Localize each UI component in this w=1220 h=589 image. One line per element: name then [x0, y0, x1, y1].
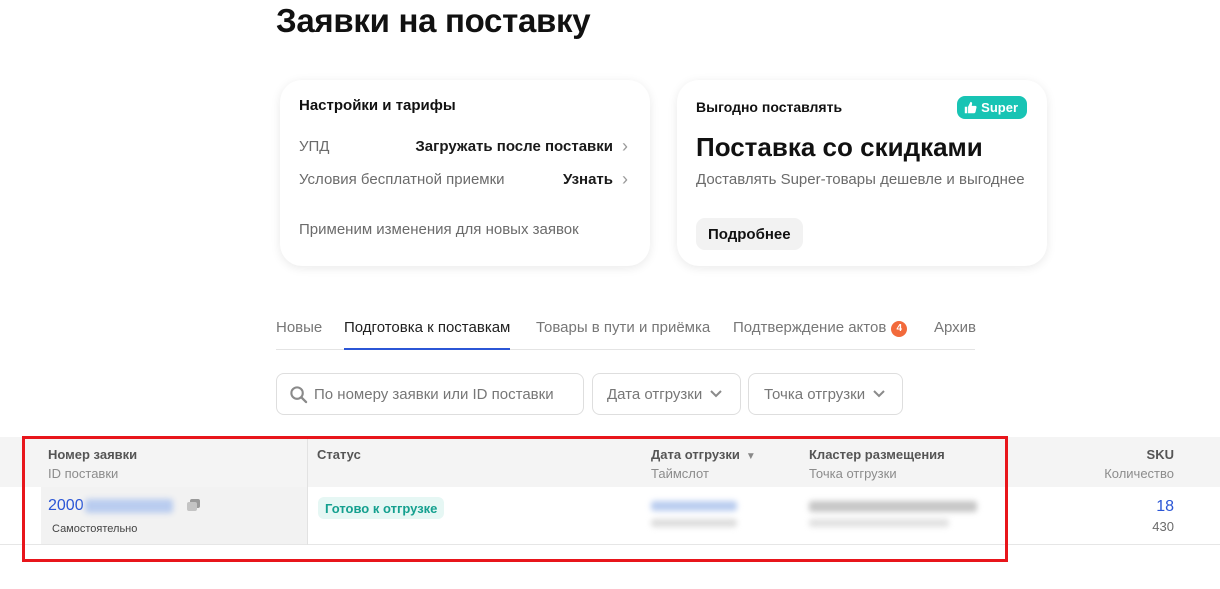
upd-setting-link[interactable]: Загружать после поставки › — [415, 137, 628, 155]
table-row[interactable]: 2000 Самостоятельно Готово к отгрузке 18… — [0, 487, 1220, 545]
order-number[interactable]: 2000 — [48, 497, 84, 514]
page-title: Заявки на поставку — [276, 2, 591, 39]
column-shipment-date[interactable]: Дата отгрузки ▼ — [651, 447, 756, 462]
search-field[interactable] — [276, 373, 584, 415]
settings-card-title: Настройки и тарифы — [299, 97, 456, 114]
free-acceptance-value[interactable]: Узнать — [563, 171, 613, 188]
promo-subtitle: Выгодно поставлять — [696, 99, 843, 115]
shipment-date-filter[interactable]: Дата отгрузки — [592, 373, 741, 415]
column-shipment-date-label: Дата отгрузки — [651, 447, 740, 462]
redacted-shipment-date — [651, 501, 737, 511]
copy-icon[interactable] — [186, 499, 202, 513]
more-details-button[interactable]: Подробнее — [696, 218, 803, 250]
super-badge-label: Super — [981, 100, 1018, 115]
column-cluster: Кластер размещения — [809, 447, 945, 462]
super-badge: Super — [957, 96, 1027, 119]
shipment-point-filter[interactable]: Точка отгрузки — [748, 373, 903, 415]
search-icon — [290, 385, 308, 403]
free-acceptance-label: Условия бесплатной приемки — [299, 170, 505, 188]
order-number-link[interactable]: 2000 — [48, 497, 173, 515]
column-supply-id: ID поставки — [48, 466, 119, 481]
column-shipment-point: Точка отгрузки — [809, 466, 897, 481]
column-sku: SKU — [1146, 447, 1174, 462]
status-tabs: Новые Подготовка к поставкам Товары в пу… — [276, 308, 976, 350]
table-header: Номер заявки ID поставки Статус Дата отг… — [0, 437, 1220, 487]
column-status: Статус — [317, 447, 361, 462]
item-quantity: 430 — [1152, 519, 1174, 534]
upd-value[interactable]: Загружать после поставки — [415, 138, 613, 155]
tab-act-confirmation[interactable]: Подтверждение актов 4 — [733, 319, 908, 350]
settings-note: Применим изменения для новых заявок — [299, 221, 579, 238]
column-divider — [307, 437, 308, 545]
status-badge: Готово к отгрузке — [318, 497, 445, 519]
sku-count[interactable]: 18 — [1156, 498, 1174, 516]
upd-label: УПД — [299, 137, 330, 155]
thumbs-up-icon — [964, 101, 977, 114]
promo-title: Поставка со скидками — [696, 132, 983, 162]
promo-description: Доставлять Super-товары дешевле и выгодн… — [696, 171, 1025, 188]
tab-new[interactable]: Новые — [276, 319, 322, 350]
chevron-right-icon: › — [622, 136, 628, 156]
column-order-number: Номер заявки — [48, 447, 138, 462]
shipment-point-filter-label: Точка отгрузки — [764, 385, 866, 403]
order-cell — [41, 487, 307, 544]
tab-act-confirmation-label: Подтверждение актов — [733, 319, 887, 336]
column-timeslot: Таймслот — [651, 466, 709, 481]
chevron-down-icon — [710, 390, 722, 398]
tab-preparation[interactable]: Подготовка к поставкам — [344, 319, 511, 350]
search-input[interactable] — [314, 385, 574, 403]
tab-count-badge: 4 — [891, 320, 908, 337]
free-acceptance-link[interactable]: Узнать › — [563, 170, 628, 188]
tab-archive[interactable]: Архив — [934, 319, 976, 350]
redacted-timeslot — [651, 519, 737, 527]
chevron-right-icon: › — [622, 169, 628, 189]
promo-card: Выгодно поставлять Super Поставка со ски… — [677, 80, 1047, 266]
chevron-down-icon — [873, 390, 885, 398]
column-quantity: Количество — [1104, 466, 1174, 481]
redacted-order-digits — [84, 498, 173, 513]
shipment-date-filter-label: Дата отгрузки — [607, 385, 703, 403]
supply-mode-label: Самостоятельно — [52, 523, 138, 535]
settings-card: Настройки и тарифы УПД Загружать после п… — [280, 80, 650, 266]
redacted-cluster — [809, 501, 977, 512]
tab-in-transit[interactable]: Товары в пути и приёмка — [536, 319, 710, 350]
settings-row-free-acceptance: Условия бесплатной приемки Узнать › — [299, 169, 628, 189]
redacted-shipment-point — [809, 519, 949, 527]
settings-row-upd: УПД Загружать после поставки › — [299, 136, 628, 156]
sort-icon[interactable]: ▼ — [746, 451, 756, 462]
